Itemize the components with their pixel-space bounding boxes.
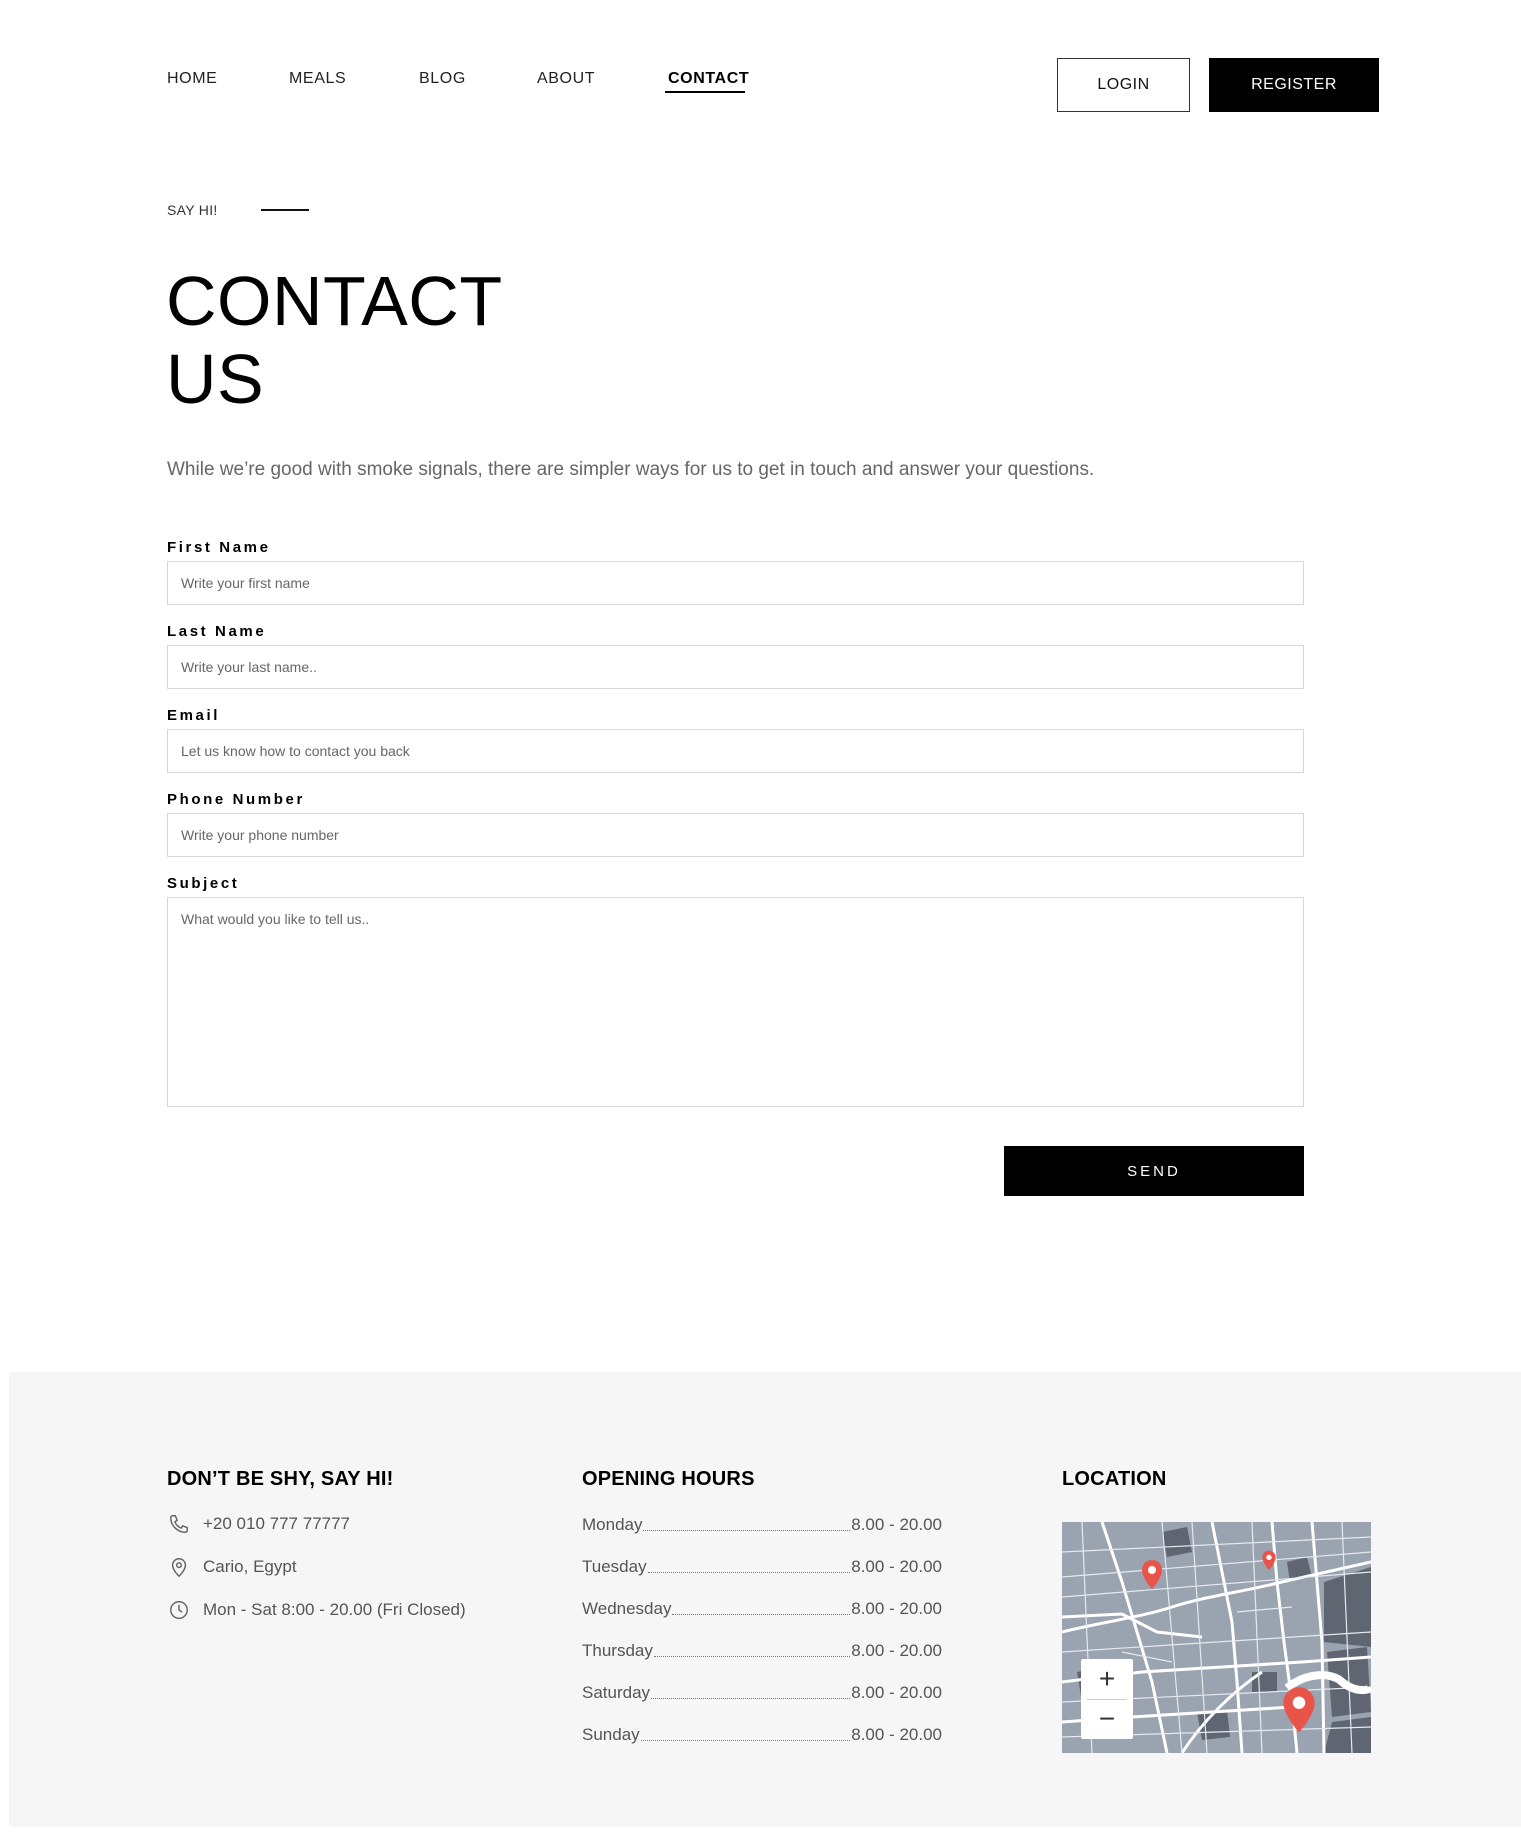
hours-time: 8.00 - 20.00 xyxy=(851,1599,942,1618)
phone-label: Phone Number xyxy=(167,791,305,808)
phone-icon xyxy=(167,1512,191,1536)
eyebrow-divider xyxy=(261,209,309,211)
hours-time: 8.00 - 20.00 xyxy=(851,1641,942,1660)
login-button[interactable]: LOGIN xyxy=(1057,58,1190,112)
hours-day: Tuesday xyxy=(582,1557,647,1576)
location-pin-icon xyxy=(167,1555,191,1579)
hours-row: Tuesday 8.00 - 20.00 xyxy=(582,1557,942,1577)
dotted-leader xyxy=(651,1698,851,1699)
eyebrow-text: SAY HI! xyxy=(167,202,218,218)
email-label: Email xyxy=(167,707,221,724)
register-button[interactable]: REGISTER xyxy=(1209,58,1379,112)
map-zoom-control: + − xyxy=(1081,1659,1133,1739)
page-title: CONTACT US xyxy=(166,262,586,418)
hours-row: Monday 8.00 - 20.00 xyxy=(582,1515,942,1535)
top-navigation: HOME MEALS BLOG ABOUT CONTACT LOGIN REGI… xyxy=(0,0,1521,130)
nav-meals[interactable]: MEALS xyxy=(289,70,346,88)
contact-hours-text: Mon - Sat 8:00 - 20.00 (Fri Closed) xyxy=(203,1600,466,1619)
page-title-line1: CONTACT xyxy=(166,262,503,340)
hours-day: Sunday xyxy=(582,1725,640,1744)
location-map[interactable]: + − xyxy=(1062,1522,1371,1753)
dotted-leader xyxy=(672,1614,851,1615)
contact-hours-row: Mon - Sat 8:00 - 20.00 (Fri Closed) xyxy=(167,1598,466,1622)
dotted-leader xyxy=(647,1572,851,1573)
nav-about[interactable]: ABOUT xyxy=(537,70,595,88)
hours-day: Thursday xyxy=(582,1641,653,1660)
nav-blog[interactable]: BLOG xyxy=(419,70,466,88)
hours-time: 8.00 - 20.00 xyxy=(851,1515,942,1534)
subject-field[interactable] xyxy=(167,897,1304,1107)
zoom-out-button[interactable]: − xyxy=(1081,1700,1133,1740)
dotted-leader xyxy=(643,1530,851,1531)
hours-day: Monday xyxy=(582,1515,643,1534)
email-field[interactable] xyxy=(167,729,1304,773)
contact-heading: DON’T BE SHY, SAY HI! xyxy=(167,1468,394,1490)
last-name-field[interactable] xyxy=(167,645,1304,689)
hours-time: 8.00 - 20.00 xyxy=(851,1683,942,1702)
page-title-line2: US xyxy=(166,340,265,418)
intro-text: While we’re good with smoke signals, the… xyxy=(167,459,1095,480)
clock-icon xyxy=(167,1598,191,1622)
contact-address-text: Cario, Egypt xyxy=(203,1557,297,1576)
nav-contact[interactable]: CONTACT xyxy=(668,70,749,88)
contact-phone-row: +20 010 777 77777 xyxy=(167,1512,350,1536)
contact-phone-text: +20 010 777 77777 xyxy=(203,1514,351,1533)
hours-row: Wednesday 8.00 - 20.00 xyxy=(582,1599,942,1619)
hours-day: Saturday xyxy=(582,1683,651,1702)
map-pin-icon[interactable] xyxy=(1261,1549,1277,1571)
active-nav-indicator xyxy=(665,91,745,93)
phone-field[interactable] xyxy=(167,813,1304,857)
last-name-label: Last Name xyxy=(167,623,267,640)
dotted-leader xyxy=(640,1740,851,1741)
first-name-field[interactable] xyxy=(167,561,1304,605)
zoom-in-button[interactable]: + xyxy=(1081,1659,1133,1699)
first-name-label: First Name xyxy=(167,539,271,556)
send-button[interactable]: SEND xyxy=(1004,1146,1304,1196)
hours-day: Wednesday xyxy=(582,1599,672,1618)
subject-label: Subject xyxy=(167,875,240,892)
hours-time: 8.00 - 20.00 xyxy=(851,1725,942,1744)
hours-time: 8.00 - 20.00 xyxy=(851,1557,942,1576)
dotted-leader xyxy=(653,1656,851,1657)
nav-home[interactable]: HOME xyxy=(167,70,217,88)
map-pin-icon[interactable] xyxy=(1280,1684,1318,1734)
opening-hours-heading: OPENING HOURS xyxy=(582,1468,755,1490)
contact-address-row: Cario, Egypt xyxy=(167,1555,297,1579)
hours-row: Saturday 8.00 - 20.00 xyxy=(582,1683,942,1703)
hours-row: Thursday 8.00 - 20.00 xyxy=(582,1641,942,1661)
location-heading: LOCATION xyxy=(1062,1468,1167,1490)
hours-row: Sunday 8.00 - 20.00 xyxy=(582,1725,942,1745)
map-pin-icon[interactable] xyxy=(1140,1558,1164,1590)
